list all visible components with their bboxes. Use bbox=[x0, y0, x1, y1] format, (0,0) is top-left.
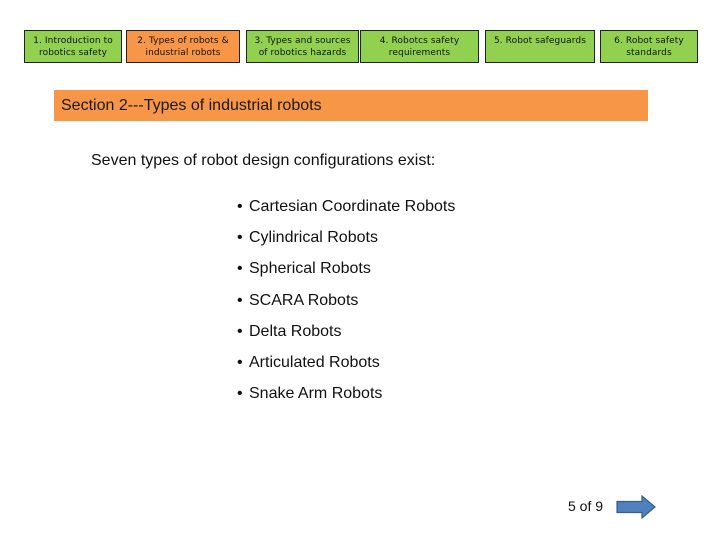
bullet-icon: • bbox=[237, 353, 243, 371]
nav-tab-label: 3. Types and sources of robotics hazards bbox=[254, 36, 351, 58]
bullet-icon: • bbox=[237, 291, 243, 309]
nav-tab-introduction[interactable]: 1. Introduction to robotics safety bbox=[24, 30, 122, 63]
list-item: • Spherical Robots bbox=[237, 258, 455, 289]
bullet-icon: • bbox=[237, 322, 243, 340]
nav-tab-label: 4. Robotcs safety requirements bbox=[379, 36, 460, 58]
list-item: • Delta Robots bbox=[237, 321, 455, 352]
robot-types-list: • Cartesian Coordinate Robots • Cylindrica… bbox=[237, 196, 455, 414]
list-item-text: Spherical Robots bbox=[249, 260, 371, 278]
bullet-icon: • bbox=[237, 229, 243, 247]
list-item-text: Cartesian Coordinate Robots bbox=[249, 198, 456, 215]
list-item: • Cartesian Coordinate Robots bbox=[237, 196, 455, 227]
bullet-icon: • bbox=[237, 198, 243, 215]
page-counter: 5 of 9 bbox=[568, 498, 604, 514]
list-item: • Articulated Robots bbox=[237, 352, 455, 383]
section-title: Section 2---Types of industrial robots bbox=[61, 97, 322, 114]
section-header-bar: Section 2---Types of industrial robots bbox=[54, 90, 648, 121]
nav-tab-types-of-robots[interactable]: 2. Types of robots & industrial robots bbox=[126, 30, 240, 63]
list-item: • Cylindrical Robots bbox=[237, 227, 455, 258]
list-item-text: Delta Robots bbox=[249, 322, 342, 340]
bullet-icon: • bbox=[237, 385, 243, 403]
list-item-text: Snake Arm Robots bbox=[249, 385, 383, 403]
nav-tab-safety-standards[interactable]: 6. Robot safety standards bbox=[600, 30, 698, 63]
nav-tab-label: 5. Robot safeguards bbox=[493, 36, 587, 46]
arrow-right-icon bbox=[616, 494, 656, 520]
nav-tab-safeguards[interactable]: 5. Robot safeguards bbox=[485, 30, 595, 63]
list-item: • Snake Arm Robots bbox=[237, 383, 455, 414]
list-item-text: Cylindrical Robots bbox=[249, 229, 378, 247]
nav-tab-safety-requirements[interactable]: 4. Robotcs safety requirements bbox=[360, 30, 479, 63]
nav-tab-label: 1. Introduction to robotics safety bbox=[33, 36, 113, 58]
list-item-text: Articulated Robots bbox=[249, 353, 380, 371]
nav-tab-label: 2. Types of robots & industrial robots bbox=[137, 36, 229, 58]
bullet-icon: • bbox=[237, 260, 243, 278]
list-item: • SCARA Robots bbox=[237, 290, 455, 321]
list-item-text: SCARA Robots bbox=[249, 291, 359, 309]
next-page-button[interactable] bbox=[616, 494, 656, 520]
nav-tab-hazards[interactable]: 3. Types and sources of robotics hazards bbox=[246, 30, 359, 63]
intro-text: Seven types of robot design configuratio… bbox=[91, 152, 436, 169]
nav-tab-label: 6. Robot safety standards bbox=[614, 36, 684, 58]
